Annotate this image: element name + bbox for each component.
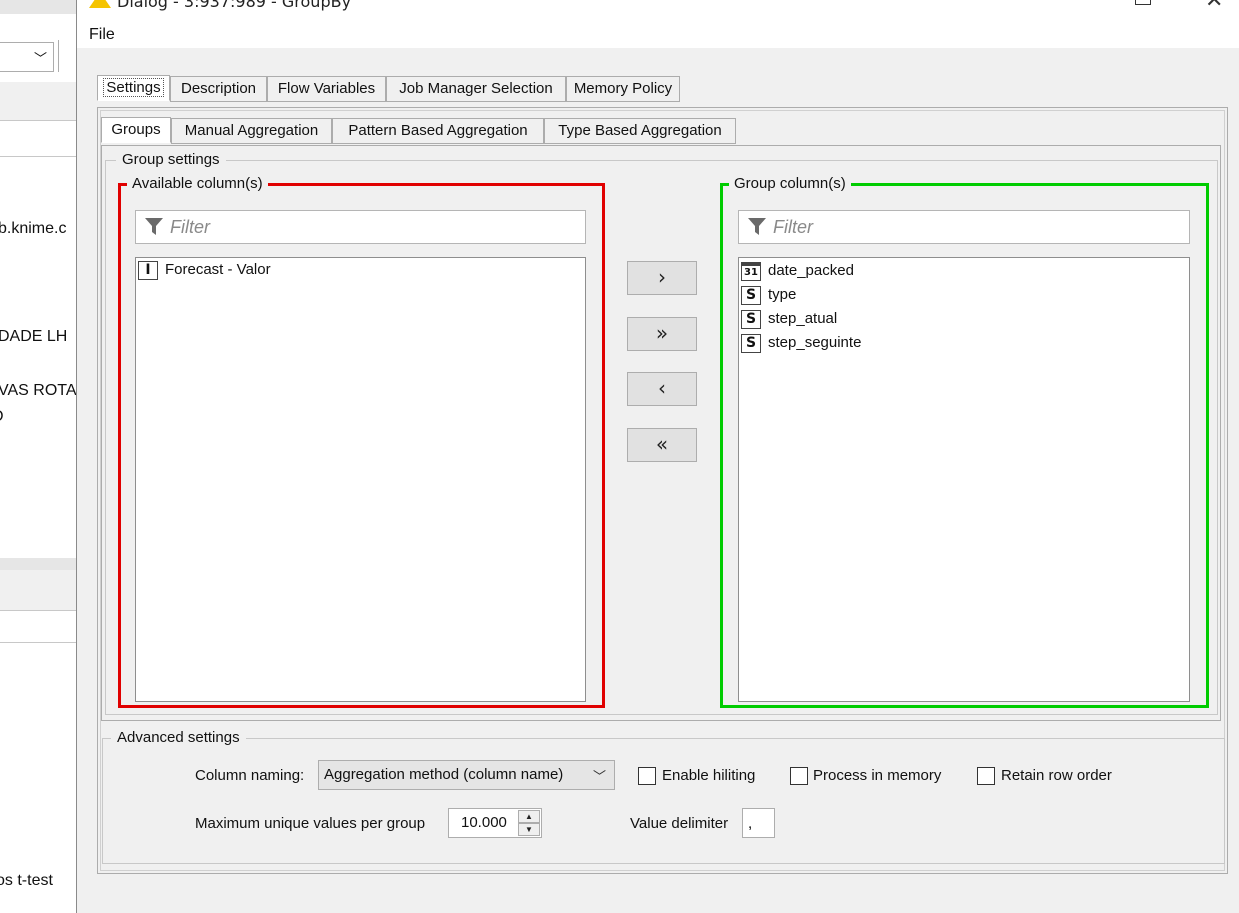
- available-columns-title: Available column(s): [127, 175, 268, 193]
- max-unique-label: Maximum unique values per group: [195, 815, 426, 832]
- tab-manual-aggregation[interactable]: Manual Aggregation: [171, 118, 332, 144]
- remove-all-button[interactable]: «: [627, 428, 697, 462]
- group-filter-input[interactable]: [771, 215, 1071, 239]
- list-item[interactable]: S type: [741, 284, 1181, 306]
- advanced-settings-box: Advanced settings: [102, 729, 1225, 864]
- warning-icon: [89, 0, 111, 8]
- window-title: Dialog - 3:937:989 - GroupBy: [117, 0, 352, 11]
- value-delimiter-field[interactable]: [742, 808, 775, 838]
- retain-row-order-label: Retain row order: [1001, 767, 1112, 784]
- list-item-label: step_atual: [768, 310, 838, 327]
- title-bar: Dialog - 3:937:989 - GroupBy ✕: [77, 0, 1239, 20]
- available-filter-input[interactable]: [168, 215, 468, 239]
- groupby-dialog: Dialog - 3:937:989 - GroupBy ✕ File Sett…: [76, 0, 1239, 913]
- maximize-button[interactable]: [1135, 0, 1151, 5]
- enable-hiliting-checkbox[interactable]: [638, 767, 656, 785]
- bg-toolbar: [0, 82, 76, 120]
- filter-icon: [145, 218, 163, 235]
- menu-file[interactable]: File: [89, 26, 115, 44]
- spin-down-icon[interactable]: ▼: [518, 823, 540, 836]
- string-type-icon: S: [741, 286, 761, 305]
- list-item[interactable]: S step_atual: [741, 308, 1181, 330]
- available-filter[interactable]: [135, 210, 586, 244]
- list-item-label: step_seguinte: [768, 334, 862, 351]
- value-delimiter-input[interactable]: [746, 813, 770, 833]
- menu-bar: File: [77, 20, 1239, 48]
- list-item[interactable]: I Forecast - Valor: [138, 259, 578, 281]
- close-button[interactable]: ✕: [1205, 0, 1223, 13]
- group-filter[interactable]: [738, 210, 1190, 244]
- bg-text-2: VAS ROTA: [0, 382, 76, 399]
- column-naming-select[interactable]: Aggregation method (column name) ﹀: [318, 760, 615, 790]
- max-unique-spinner[interactable]: 10.000 ▲ ▼: [448, 808, 542, 838]
- string-type-icon: S: [741, 334, 761, 353]
- calendar-icon: 31: [741, 262, 761, 281]
- add-button[interactable]: ›: [627, 261, 697, 295]
- column-naming-label: Column naming:: [195, 767, 305, 784]
- column-naming-value: Aggregation method (column name): [324, 766, 564, 783]
- tab-settings-label: Settings: [103, 78, 164, 97]
- add-all-button[interactable]: »: [627, 317, 697, 351]
- list-item-label: Forecast - Valor: [165, 261, 271, 278]
- group-settings-title: Group settings: [116, 151, 226, 169]
- bg-text-1: DADE LH: [0, 328, 68, 345]
- chevron-down-icon: ﹀: [592, 769, 606, 784]
- retain-row-order-checkbox[interactable]: [977, 767, 995, 785]
- bg-band-2: [0, 558, 76, 570]
- process-in-memory-label: Process in memory: [813, 767, 942, 784]
- bg-text-4: os t-test: [0, 872, 53, 889]
- bg-text-url: b.knime.c: [0, 220, 67, 237]
- chevron-down-icon: ﹀: [33, 51, 47, 66]
- tab-description[interactable]: Description: [170, 76, 267, 102]
- tab-groups[interactable]: Groups: [101, 117, 171, 143]
- tab-pattern-based-aggregation[interactable]: Pattern Based Aggregation: [332, 118, 544, 144]
- max-unique-value: 10.000: [461, 814, 507, 831]
- spin-up-icon[interactable]: ▲: [518, 810, 540, 823]
- tab-settings[interactable]: Settings: [97, 75, 170, 101]
- available-columns-list[interactable]: I Forecast - Valor: [135, 257, 586, 702]
- list-item[interactable]: 31 date_packed: [741, 260, 1181, 282]
- bg-dropdown[interactable]: ﹀: [0, 42, 54, 72]
- list-item-label: type: [768, 286, 797, 303]
- bg-header: [0, 0, 76, 14]
- bg-text-3: D: [0, 408, 4, 426]
- tab-flow-variables[interactable]: Flow Variables: [267, 76, 386, 102]
- group-columns-list[interactable]: 31 date_packed S type S step_atual S ste…: [738, 257, 1190, 702]
- advanced-settings-title: Advanced settings: [111, 729, 246, 747]
- process-in-memory-checkbox[interactable]: [790, 767, 808, 785]
- tab-job-manager-selection[interactable]: Job Manager Selection: [386, 76, 566, 102]
- value-delimiter-label: Value delimiter: [630, 815, 729, 832]
- remove-button[interactable]: ‹: [627, 372, 697, 406]
- list-item[interactable]: S step_seguinte: [741, 332, 1181, 354]
- enable-hiliting-label: Enable hiliting: [662, 767, 756, 784]
- group-columns-title: Group column(s): [729, 175, 851, 193]
- background-app: ﹀ b.knime.c DADE LH VAS ROTA D os t-test: [0, 0, 76, 913]
- filter-icon: [748, 218, 766, 235]
- string-type-icon: S: [741, 310, 761, 329]
- tab-type-based-aggregation[interactable]: Type Based Aggregation: [544, 118, 736, 144]
- integer-type-icon: I: [138, 261, 158, 280]
- list-item-label: date_packed: [768, 262, 854, 279]
- tab-memory-policy[interactable]: Memory Policy: [566, 76, 680, 102]
